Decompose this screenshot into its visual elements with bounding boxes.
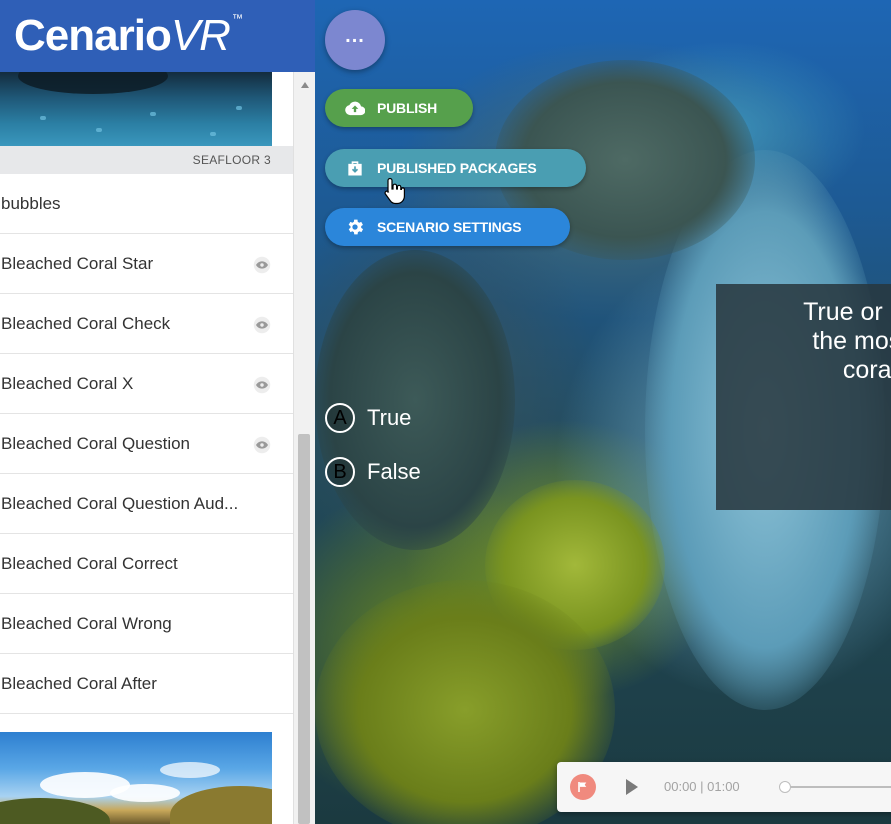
list-item-label: Bleached Coral Correct (1, 554, 178, 573)
scene-panel: CenarioVR ™ SEAFLOOR 3 bubbles Bleached Co… (0, 0, 315, 824)
eye-icon[interactable] (253, 316, 271, 334)
brand-header: CenarioVR ™ (0, 0, 315, 72)
list-item[interactable]: Bleached Coral Question Aud... (0, 474, 293, 534)
ellipsis-icon: ... (345, 24, 365, 47)
list-item-label: Bleached Coral Star (1, 254, 154, 273)
list-item-label: Bleached Coral Check (1, 314, 171, 333)
published-packages-button[interactable]: PUBLISHED PACKAGES (325, 149, 586, 187)
list-item[interactable]: Bleached Coral X (0, 354, 293, 414)
option-letter-badge: A (325, 403, 355, 433)
media-player-bar: 00:00 | 01:00 (557, 762, 891, 812)
eye-icon[interactable] (253, 376, 271, 394)
more-actions-button[interactable]: ... (325, 10, 385, 70)
hand-pointer-cursor-icon (384, 177, 405, 205)
list-item[interactable]: Bleached Coral Question (0, 414, 293, 474)
eye-icon[interactable] (253, 256, 271, 274)
list-item-label: Bleached Coral Question (1, 434, 191, 453)
list-item[interactable]: Bleached Coral Wrong (0, 594, 293, 654)
list-item[interactable]: Bleached Coral Star (0, 234, 293, 294)
scene-thumbnail-next[interactable] (0, 732, 272, 824)
play-icon[interactable] (625, 778, 639, 796)
quiz-hotspot-card[interactable]: True or Fals the most c coral (716, 284, 891, 510)
scroll-thumb[interactable] (298, 434, 310, 824)
scenario-settings-button[interactable]: SCENARIO SETTINGS (325, 208, 570, 246)
quiz-question: True or Fals the most c coral (803, 298, 891, 384)
option-text: False (367, 459, 421, 484)
scene-thumbnail-seafloor-3[interactable] (0, 72, 272, 146)
package-download-icon (348, 161, 362, 176)
scene-viewport[interactable]: ... PUBLISH PUBLISHED PACKAGES SCENARIO … (315, 0, 891, 824)
flag-button[interactable] (570, 774, 596, 800)
timeline-track[interactable] (791, 786, 891, 788)
cloud-upload-icon (345, 101, 365, 116)
list-item[interactable]: bubbles (0, 174, 293, 234)
list-item-label: Bleached Coral After (1, 674, 157, 693)
list-item-label: Bleached Coral Question Aud... (1, 494, 239, 513)
list-item[interactable]: Bleached Coral After (0, 654, 293, 714)
gear-icon (348, 219, 364, 235)
flag-icon (578, 782, 587, 792)
eye-icon[interactable] (253, 436, 271, 454)
scene-list-scrollbar[interactable] (293, 72, 315, 824)
quiz-option-a[interactable]: A True (325, 403, 411, 433)
list-item[interactable]: Bleached Coral Correct (0, 534, 293, 594)
scene-caption-bar: SEAFLOOR 3 (0, 146, 293, 175)
scene-caption: SEAFLOOR 3 (192, 153, 271, 167)
cenariovr-logo: CenarioVR ™ (14, 11, 243, 60)
list-item-label: bubbles (1, 194, 61, 213)
publish-button[interactable]: PUBLISH (325, 89, 473, 127)
hotspot-list: bubbles Bleached Coral Star Bleached Coral… (0, 174, 293, 714)
timeline-scrubber[interactable] (779, 781, 791, 793)
list-item[interactable]: Bleached Coral Check (0, 294, 293, 354)
quiz-option-b[interactable]: B False (325, 457, 421, 487)
list-item-label: Bleached Coral X (1, 374, 134, 393)
option-letter-badge: B (325, 457, 355, 487)
scroll-up-arrow-icon[interactable] (301, 82, 309, 88)
list-item-label: Bleached Coral Wrong (1, 614, 172, 633)
option-text: True (367, 405, 412, 430)
time-readout: 00:00 | 01:00 (664, 779, 740, 794)
